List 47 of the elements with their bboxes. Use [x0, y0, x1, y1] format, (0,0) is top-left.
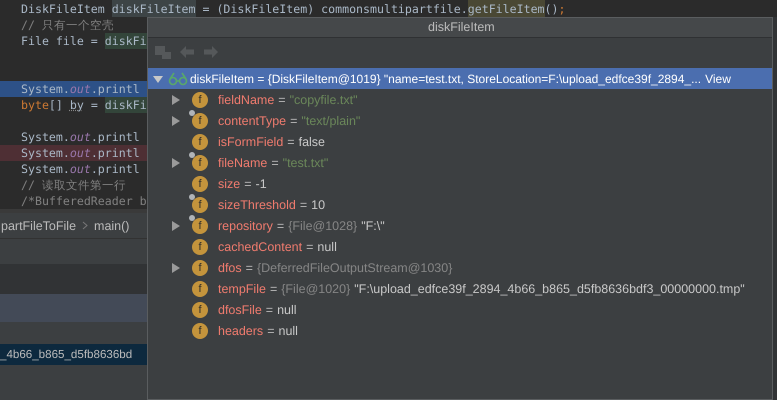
code-line: // 读取文件第一行 [20, 177, 127, 193]
breadcrumb-item[interactable]: main() [94, 218, 130, 232]
field-icon: f [192, 112, 208, 128]
code-line: DiskFileItem diskFileItem = (DiskFileItem) commonsmultipartfile.getFileItem(); [20, 0, 566, 17]
field-icon: f [192, 260, 208, 276]
field-value: sizeThreshold = 10 [218, 198, 326, 212]
chevron-icon [82, 221, 88, 230]
field-icon: f [192, 302, 208, 318]
field-icon: f [192, 322, 208, 338]
field-value: cachedContent = null [218, 240, 337, 254]
field-value: isFormField = false [218, 134, 326, 148]
expand-arrow-icon[interactable] [172, 262, 180, 272]
field-value: fieldName = "copyfile.txt" [218, 92, 358, 106]
field-value: repository = {File@1028} "F:\" [218, 218, 385, 232]
field-value: headers = null [218, 324, 298, 338]
field-icon: f [192, 280, 208, 296]
code-line: /*BufferedReader b [20, 193, 147, 209]
code-line: System.out.printl [20, 161, 141, 177]
breadcrumb-item[interactable]: partFileToFile [1, 218, 76, 232]
field-value: dfosFile = null [218, 302, 297, 316]
code-line: System.out.printl [20, 129, 141, 145]
code-line: // 只有一个空壳 [20, 17, 115, 33]
field-icon: f [192, 154, 208, 170]
view-link[interactable]: View [705, 72, 731, 86]
field-icon: f [192, 196, 208, 212]
expand-arrow-icon[interactable] [172, 94, 180, 104]
field-value: tempFile = {File@1020} "F:\upload_edfce39f_2894_4b66_b865_d5fb8636bdf3_00000000.tmp" [218, 282, 745, 296]
expand-arrow-icon[interactable] [172, 116, 180, 126]
code-line: File file = diskFi [20, 33, 147, 49]
expand-arrow-icon[interactable] [153, 74, 163, 84]
code-line: byte[] by = diskFi [20, 97, 147, 113]
output-row[interactable]: _4b66_b865_d5fb8636bd [0, 344, 147, 365]
field-value: contentType = "text/plain" [218, 114, 360, 128]
field-value: size = -1 [218, 176, 267, 190]
expand-arrow-icon[interactable] [172, 220, 180, 230]
field-value: fileName = "test.txt" [218, 156, 328, 170]
field-icon: f [192, 92, 208, 108]
field-icon: f [192, 218, 208, 234]
glasses-icon [168, 72, 188, 86]
tree-row[interactable]: diskFileItem = {DiskFileItem@1019} "name=test.txt, StoreLocation=F:\upload_edfce39f_2894_... View [148, 68, 772, 89]
expand-arrow-icon[interactable] [172, 158, 180, 168]
field-value: dfos = {DeferredFileOutputStream@1030} [218, 260, 454, 274]
field-icon: f [192, 238, 208, 254]
variable-value: diskFileItem = {DiskFileItem@1019} "name=test.txt, StoreLocation=F:\upload_edfce39f_2894_... [190, 72, 702, 86]
field-icon: f [192, 134, 208, 150]
popup-title: diskFileItem [148, 18, 772, 38]
field-icon: f [192, 176, 208, 192]
